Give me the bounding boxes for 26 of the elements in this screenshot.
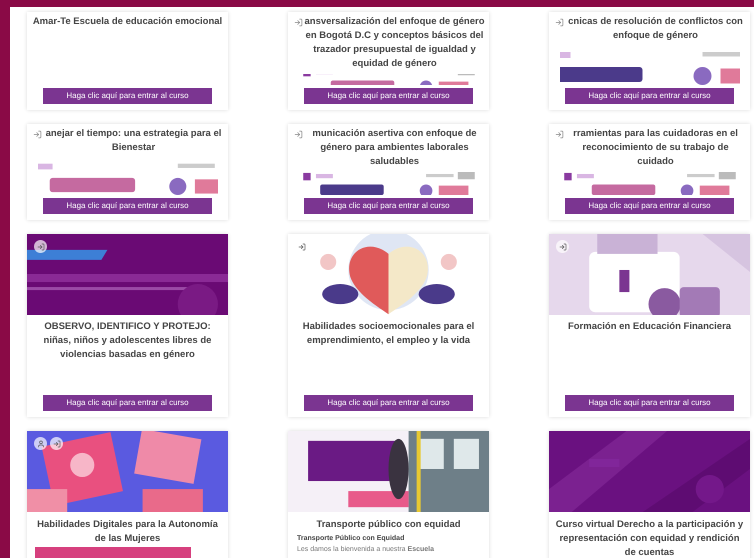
course-button[interactable]: Haga clic aquí para entrar al curso [43,395,212,411]
course-title: Habilidades Digitales para la Autonomía de las Mujeres [36,518,219,546]
course-button[interactable]: Haga clic aquí para entrar al curso [43,198,212,214]
course-button[interactable]: Haga clic aquí para entrar al curso [304,88,473,104]
login-icon[interactable] [553,16,565,28]
course-button[interactable]: Haga clic aquí para entrar al curso [565,198,734,214]
login-icon[interactable] [292,128,304,140]
login-icon[interactable] [292,16,304,28]
course-title: Curso virtual Derecho a la participación y representación con equidad y rendición de cuentas [554,518,744,558]
login-icon[interactable] [31,128,43,140]
course-title: rramientas para las cuidadoras en el reconocimiento de su trabajo de cuidado [572,127,739,169]
course-title: OBSERVO, IDENTIFICO Y PROTEJO: niñas, niños y adolescentes libres de violencias basadas en género [42,320,212,362]
course-button[interactable]: Haga clic aquí para entrar al curso [304,198,473,214]
login-icon[interactable] [553,128,565,140]
course-button[interactable]: Haga clic aquí para entrar al curso [565,88,734,104]
course-title: Formación en Educación Financiera [566,320,732,334]
course-button[interactable]: Haga clic aquí para entrar al curso [565,395,734,411]
course-title: Habilidades socioemocionales para el emprendimiento, el empleo y la vida [302,320,476,348]
course-title: anejar el tiempo: una estrategia para el Bienestar [44,127,222,155]
course-title: ansversalización del enfoque de género en Bogotá D.C y conceptos básicos del trazador presupuestal de igualdad y equidad de género [304,15,485,71]
course-title: Amar-Te Escuela de educación emocional [32,15,224,29]
course-button[interactable]: Haga clic aquí para entrar al curso [304,395,473,411]
course-button[interactable]: Haga clic aquí para entrar al curso [43,88,212,104]
course-title: Transporte público con equidad [315,518,462,532]
course-title: cnicas de resolución de conflictos con enfoque de género [567,15,744,43]
course-title: municación asertiva con enfoque de género para ambientes laborales saludables [311,127,478,169]
